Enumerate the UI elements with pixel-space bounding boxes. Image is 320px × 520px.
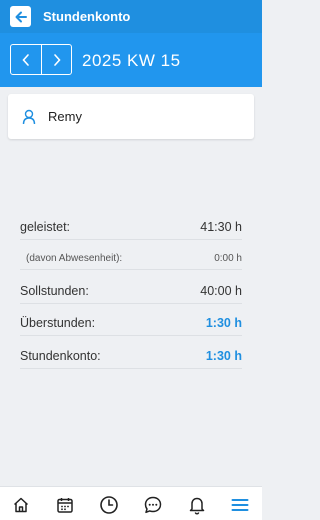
bell-icon bbox=[189, 497, 205, 515]
summary-row-geleistet: geleistet: 41:30 h bbox=[20, 220, 242, 240]
nav-time[interactable] bbox=[98, 494, 120, 516]
back-button[interactable] bbox=[10, 6, 31, 27]
user-name: Remy bbox=[48, 109, 82, 124]
nav-messages[interactable] bbox=[142, 494, 164, 516]
summary-row-sollstunden: Sollstunden: 40:00 h bbox=[20, 284, 242, 304]
arrow-left-icon bbox=[15, 11, 27, 22]
row-label: geleistet: bbox=[20, 220, 71, 234]
week-nav-group bbox=[10, 44, 72, 75]
summary-row-ueberstunden: Überstunden: 1:30 h bbox=[20, 316, 242, 336]
page-title: Stundenkonto bbox=[43, 9, 131, 24]
row-label: Überstunden: bbox=[20, 316, 96, 330]
clock-icon bbox=[100, 496, 118, 514]
summary-row-abwesenheit: (davon Abwesenheit): 0:00 h bbox=[20, 253, 242, 270]
chat-icon bbox=[144, 496, 162, 514]
row-label: Sollstunden: bbox=[20, 284, 89, 298]
nav-notifications[interactable] bbox=[186, 494, 208, 516]
row-value: 40:00 h bbox=[200, 284, 242, 298]
row-value: 41:30 h bbox=[200, 220, 242, 234]
row-value: 1:30 h bbox=[205, 316, 242, 330]
row-value: 0:00 h bbox=[214, 253, 242, 264]
summary-row-stundenkonto: Stundenkonto: 1:30 h bbox=[20, 349, 242, 369]
nav-calendar[interactable] bbox=[54, 494, 76, 516]
row-label: Stundenkonto: bbox=[20, 349, 101, 363]
nav-home[interactable] bbox=[10, 494, 32, 516]
chevron-right-icon bbox=[53, 53, 61, 66]
calendar-icon bbox=[57, 498, 73, 513]
row-value: 1:30 h bbox=[205, 349, 242, 363]
week-navigation-bar: 2025 KW 15 bbox=[0, 33, 262, 87]
row-label: (davon Abwesenheit): bbox=[26, 253, 123, 264]
nav-menu[interactable] bbox=[229, 494, 251, 516]
app-header: Stundenkonto bbox=[0, 0, 262, 33]
home-icon bbox=[13, 497, 29, 513]
menu-icon bbox=[231, 499, 249, 511]
user-icon bbox=[22, 109, 36, 130]
chevron-left-icon bbox=[22, 53, 29, 66]
user-card[interactable]: Remy bbox=[8, 94, 254, 139]
bottom-navigation bbox=[0, 486, 262, 520]
next-week-button[interactable] bbox=[41, 45, 71, 74]
previous-week-button[interactable] bbox=[11, 45, 41, 74]
week-label: 2025 KW 15 bbox=[82, 51, 181, 70]
